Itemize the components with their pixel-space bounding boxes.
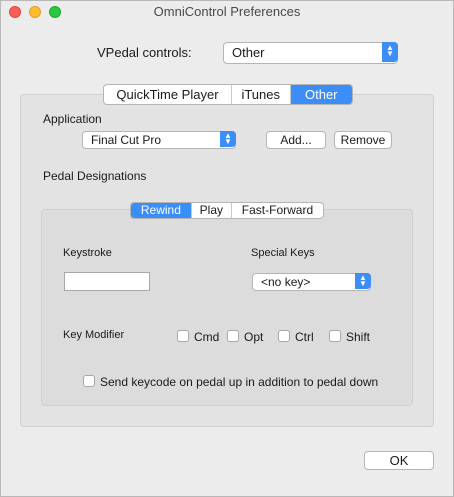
tab-play[interactable]: Play — [192, 203, 232, 218]
title-bar: OmniControl Preferences — [1, 1, 453, 23]
minimize-window-button[interactable] — [29, 6, 41, 18]
tab-quicktime-player[interactable]: QuickTime Player — [104, 85, 232, 104]
preferences-window: OmniControl Preferences VPedal controls:… — [0, 0, 454, 497]
application-value: Final Cut Pro — [91, 133, 162, 147]
zoom-window-button[interactable] — [49, 6, 61, 18]
close-window-button[interactable] — [9, 6, 21, 18]
tab-fast-forward[interactable]: Fast-Forward — [232, 203, 323, 218]
opt-label: Opt — [244, 330, 264, 344]
pedal-tabs: Rewind Play Fast-Forward — [130, 202, 324, 219]
app-tabs: QuickTime Player iTunes Other — [103, 84, 353, 105]
special-keys-value: <no key> — [261, 275, 311, 289]
add-application-button[interactable]: Add... — [266, 131, 326, 149]
application-select[interactable]: Final Cut Pro ▲ ▼ — [82, 131, 236, 149]
pedal-designations-label: Pedal Designations — [43, 169, 147, 183]
application-label: Application — [43, 112, 102, 126]
send-keycode-label: Send keycode on pedal up in addition to … — [100, 375, 379, 389]
tab-rewind[interactable]: Rewind — [131, 203, 192, 218]
vpedal-controls-select[interactable]: Other ▲ ▼ — [223, 42, 398, 64]
ctrl-checkbox[interactable] — [278, 330, 290, 342]
cmd-checkbox[interactable] — [177, 330, 189, 342]
tab-other[interactable]: Other — [290, 85, 352, 104]
keystroke-field[interactable] — [64, 272, 150, 291]
special-keys-select[interactable]: <no key> ▲ ▼ — [252, 273, 371, 291]
window-title: OmniControl Preferences — [153, 4, 301, 19]
shift-checkbox[interactable] — [329, 330, 341, 342]
popup-arrows-icon: ▲ ▼ — [355, 273, 371, 289]
cmd-label: Cmd — [194, 330, 220, 344]
vpedal-controls-label: VPedal controls: — [97, 45, 192, 60]
popup-arrows-icon: ▲ ▼ — [382, 42, 398, 62]
ok-button[interactable]: OK — [364, 451, 434, 470]
remove-application-button[interactable]: Remove — [334, 131, 392, 149]
opt-checkbox[interactable] — [227, 330, 239, 342]
keystroke-label: Keystroke — [63, 247, 112, 259]
special-keys-label: Special Keys — [251, 247, 315, 259]
vpedal-controls-value: Other — [232, 45, 265, 60]
shift-label: Shift — [346, 330, 371, 344]
key-modifier-label: Key Modifier — [63, 329, 125, 341]
popup-arrows-icon: ▲ ▼ — [220, 131, 236, 147]
tab-itunes[interactable]: iTunes — [232, 85, 291, 104]
ctrl-label: Ctrl — [295, 330, 314, 344]
send-keycode-checkbox[interactable] — [83, 375, 95, 387]
